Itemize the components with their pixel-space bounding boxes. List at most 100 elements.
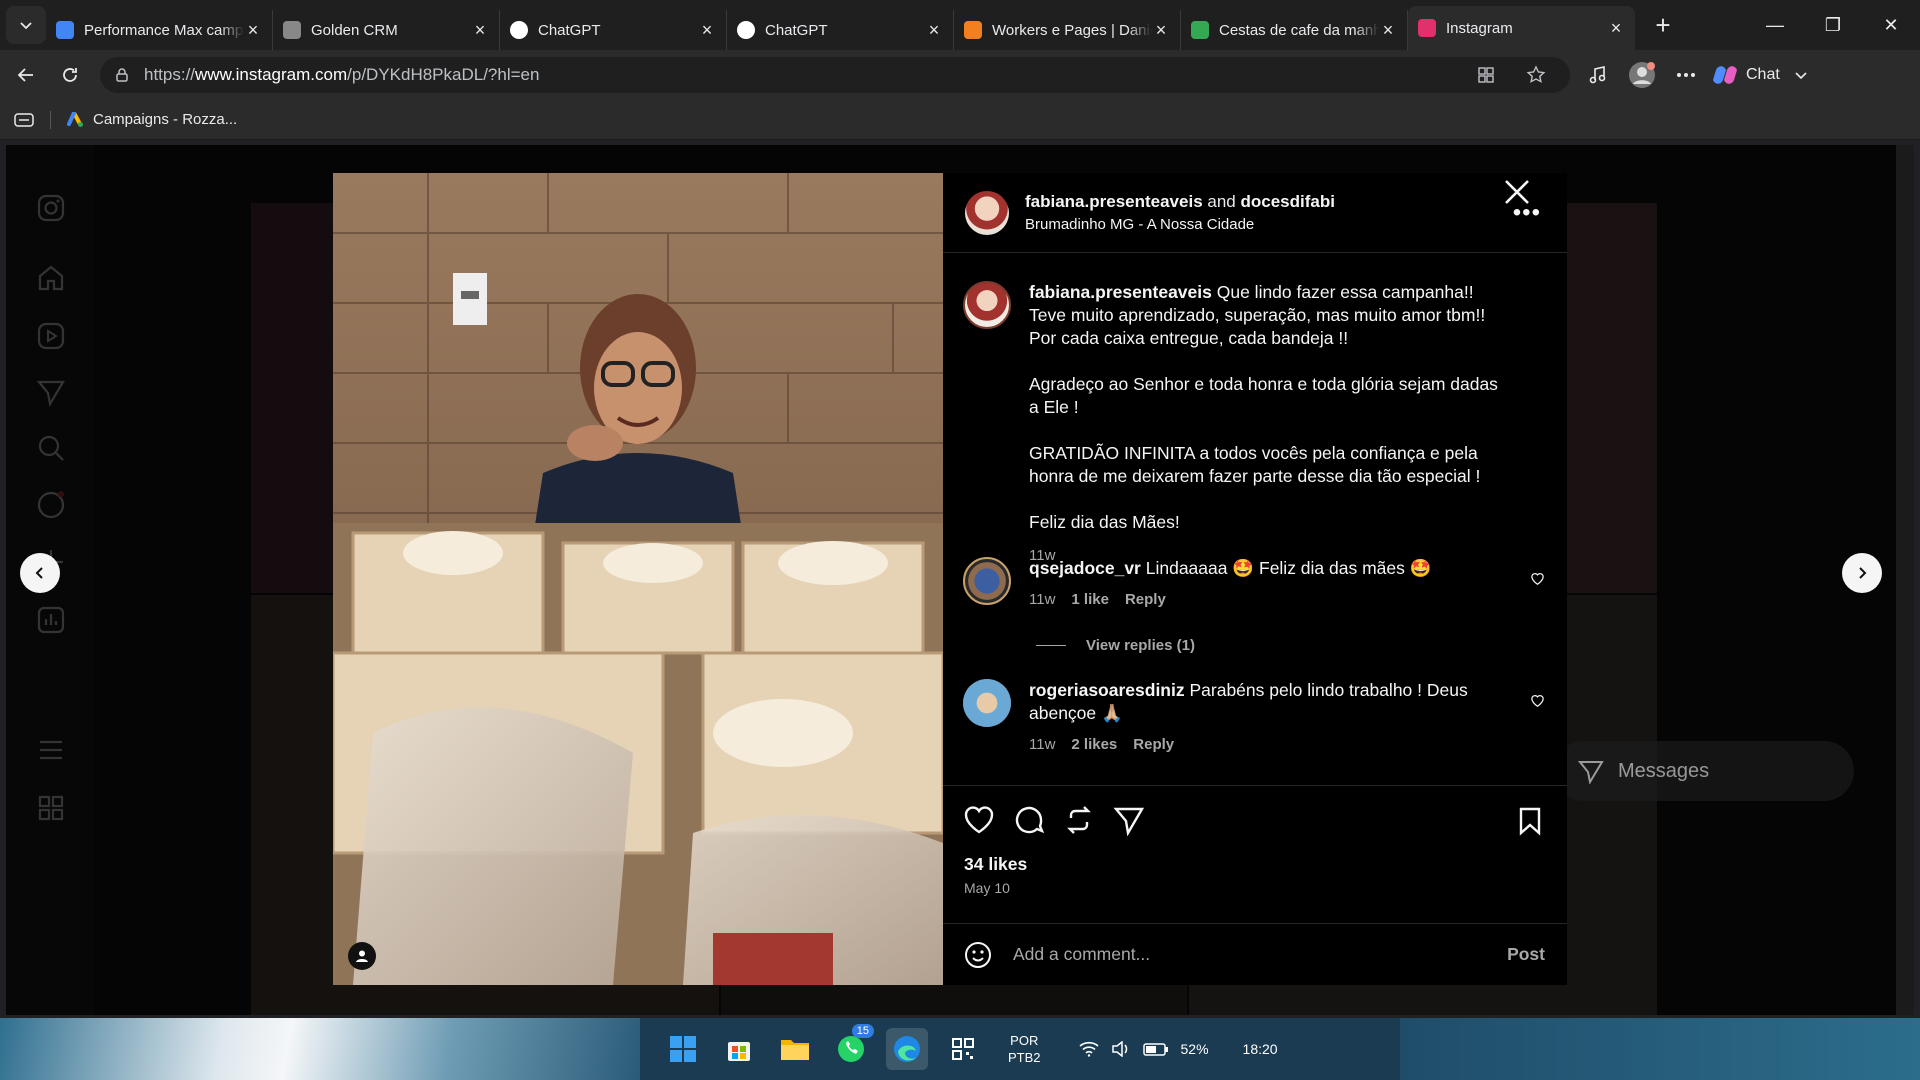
app-available-button[interactable]: [1470, 57, 1502, 93]
reply-button[interactable]: Reply: [1125, 588, 1166, 611]
bookmark-save-icon[interactable]: [1515, 806, 1545, 836]
new-tab-button[interactable]: +: [1643, 5, 1683, 45]
minimize-button[interactable]: —: [1746, 0, 1804, 50]
copilot-chat-button[interactable]: Chat: [1712, 62, 1808, 88]
author-username[interactable]: fabiana.presenteaveis: [1025, 192, 1203, 211]
comment-text: qsejadoce_vr Lindaaaaa 🤩 Feliz dia das m…: [1029, 557, 1509, 611]
post-date[interactable]: May 10: [964, 880, 1010, 896]
share-send-icon[interactable]: [1113, 804, 1145, 836]
apps-icon: [1478, 67, 1494, 83]
close-tab-icon[interactable]: ×: [244, 20, 262, 41]
avatar[interactable]: [963, 679, 1011, 727]
url-text: https://www.instagram.com/p/DYKdH8PkaDL/…: [144, 65, 540, 84]
volume-icon: [1111, 1041, 1127, 1057]
previous-post-button[interactable]: [20, 553, 60, 593]
battery-percentage: 52%: [1180, 1041, 1209, 1057]
bookmark-campaigns[interactable]: Campaigns - Rozza...: [67, 111, 237, 128]
profile-button[interactable]: [1626, 57, 1658, 93]
settings-more-button[interactable]: [1670, 57, 1702, 93]
collaborator-username[interactable]: docesdifabi: [1240, 192, 1334, 211]
windows-taskbar: 15 POR PTB2 52% 18:20: [0, 1018, 1920, 1080]
comment-username[interactable]: rogeriasoaresdiniz: [1029, 680, 1185, 700]
edge-button[interactable]: [886, 1028, 928, 1070]
add-comment-input[interactable]: Add a comment...: [1013, 944, 1150, 965]
post-authors: fabiana.presenteaveis and docesdifabi Br…: [1025, 190, 1335, 236]
tab-title: Golden CRM: [311, 21, 398, 39]
view-replies-button[interactable]: View replies (1): [1036, 637, 1195, 654]
avatar[interactable]: [965, 190, 1009, 235]
close-tab-icon[interactable]: ×: [1152, 20, 1170, 41]
tab-actions-menu-button[interactable]: [6, 6, 46, 44]
close-tab-icon[interactable]: ×: [698, 20, 716, 41]
browser-tab[interactable]: Golden CRM ×: [273, 10, 500, 50]
avatar[interactable]: [963, 281, 1011, 329]
qr-code-icon: [952, 1038, 974, 1060]
messages-label: Messages: [1618, 759, 1710, 782]
browser-tab[interactable]: Instagram ×: [1408, 6, 1635, 50]
close-tab-icon[interactable]: ×: [1379, 20, 1397, 41]
comment-like-count[interactable]: 2 likes: [1071, 733, 1117, 756]
post-header: fabiana.presenteaveis and docesdifabi Br…: [943, 173, 1567, 253]
close-tab-icon[interactable]: ×: [1607, 18, 1625, 39]
browser-tab[interactable]: ChatGPT ×: [500, 10, 727, 50]
reply-button[interactable]: Reply: [1133, 733, 1174, 756]
instagram-page: Messages fabiana.presenteaveis and doces…: [6, 145, 1914, 1015]
messages-button[interactable]: Messages: [1554, 741, 1854, 801]
comment-timestamp[interactable]: 11w: [1029, 733, 1055, 756]
browser-tab[interactable]: ChatGPT ×: [727, 10, 954, 50]
whatsapp-button[interactable]: 15: [830, 1024, 874, 1070]
input-language-indicator[interactable]: POR PTB2: [1008, 1032, 1041, 1066]
like-heart-icon[interactable]: [963, 804, 995, 836]
tab-title: Cestas de cafe da manh: [1219, 21, 1379, 39]
post-comment-button[interactable]: Post: [1507, 944, 1545, 965]
avatar[interactable]: [963, 557, 1011, 605]
url-field[interactable]: https://www.instagram.com/p/DYKdH8PkaDL/…: [100, 57, 1570, 93]
site-info-icon[interactable]: [114, 67, 130, 83]
close-tab-icon[interactable]: ×: [925, 20, 943, 41]
media-button[interactable]: [1582, 57, 1614, 93]
comment-heart-icon[interactable]: [1530, 693, 1545, 710]
comment-bubble-icon[interactable]: [1013, 804, 1045, 836]
browser-tab[interactable]: Cestas de cafe da manh ×: [1181, 10, 1408, 50]
close-window-button[interactable]: ✕: [1862, 0, 1920, 50]
qr-app-button[interactable]: [942, 1028, 984, 1070]
close-icon[interactable]: [1500, 175, 1534, 209]
next-post-button[interactable]: [1842, 553, 1882, 593]
browser-tab[interactable]: Performance Max camp ×: [46, 10, 273, 50]
comment-heart-icon[interactable]: [1530, 571, 1545, 588]
windows-logo-icon: [670, 1036, 696, 1062]
clock-time[interactable]: 18:20: [1243, 1041, 1278, 1057]
back-button[interactable]: [8, 57, 44, 93]
file-explorer-button[interactable]: [774, 1028, 816, 1070]
like-count[interactable]: 34 likes: [964, 854, 1027, 875]
browser-tab[interactable]: Workers e Pages | Danie ×: [954, 10, 1181, 50]
caption-paragraph: Agradeço ao Senhor e toda honra e toda g…: [1029, 374, 1498, 417]
tab-search-icon[interactable]: [14, 112, 34, 128]
comments-list: fabiana.presenteaveis Que lindo fazer es…: [943, 253, 1567, 785]
desktop-wallpaper: [1400, 1018, 1920, 1080]
reload-button[interactable]: [52, 57, 88, 93]
tagged-users-button[interactable]: [348, 942, 376, 970]
emoji-smiley-icon[interactable]: [963, 940, 993, 970]
post-actions: 34 likes May 10: [943, 785, 1567, 921]
openai-icon: [510, 21, 528, 39]
comment-username[interactable]: qsejadoce_vr: [1029, 558, 1141, 578]
repost-icon[interactable]: [1063, 804, 1095, 836]
start-button[interactable]: [662, 1028, 704, 1070]
comment-timestamp[interactable]: 11w: [1029, 588, 1055, 611]
favorite-button[interactable]: [1520, 57, 1552, 93]
microsoft-store-button[interactable]: [718, 1028, 760, 1070]
post-image[interactable]: [333, 173, 943, 985]
caption-username[interactable]: fabiana.presenteaveis: [1029, 282, 1212, 302]
copilot-icon: [1713, 66, 1737, 84]
post-location[interactable]: Brumadinho MG - A Nossa Cidade: [1025, 213, 1335, 236]
page-scrollbar[interactable]: [1896, 145, 1914, 1015]
chevron-down-icon: [20, 22, 32, 30]
google-ads-icon: [67, 111, 83, 127]
restore-button[interactable]: ❐: [1804, 0, 1862, 50]
crm-icon: [283, 21, 301, 39]
comment-like-count[interactable]: 1 like: [1071, 588, 1109, 611]
close-tab-icon[interactable]: ×: [471, 20, 489, 41]
system-tray[interactable]: 52% 18:20: [1079, 1041, 1278, 1057]
post-details-panel: fabiana.presenteaveis and docesdifabi Br…: [943, 173, 1567, 985]
